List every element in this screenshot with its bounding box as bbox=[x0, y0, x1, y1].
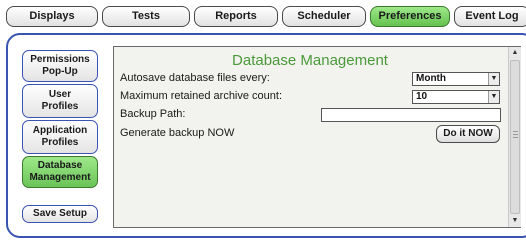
database-management-panel: Database Management Autosave database fi… bbox=[113, 46, 521, 228]
sidebar-item-database-management[interactable]: Database Management bbox=[22, 156, 98, 188]
archive-count-value: 10 bbox=[416, 91, 428, 102]
tab-tests[interactable]: Tests bbox=[102, 6, 190, 27]
autosave-frequency-value: Month bbox=[416, 73, 446, 84]
do-it-now-button[interactable]: Do it NOW bbox=[436, 125, 500, 143]
tab-reports[interactable]: Reports bbox=[194, 6, 278, 27]
autosave-label: Autosave database files every: bbox=[120, 72, 270, 84]
autosave-frequency-select[interactable]: Month ▼ bbox=[412, 72, 500, 86]
tab-event-log[interactable]: Event Log bbox=[454, 6, 526, 27]
sidebar-item-label: Permissions bbox=[30, 54, 90, 65]
sidebar-item-label: User bbox=[48, 89, 72, 100]
sidebar-item-permissions-popup[interactable]: Permissions Pop-Up bbox=[22, 50, 98, 82]
grip-icon bbox=[513, 131, 518, 138]
tab-scheduler[interactable]: Scheduler bbox=[282, 6, 366, 27]
generate-backup-label: Generate backup NOW bbox=[120, 127, 235, 139]
vertical-scrollbar[interactable]: ▲ ▼ bbox=[508, 47, 521, 227]
chevron-down-icon[interactable]: ▼ bbox=[488, 91, 499, 103]
tab-preferences[interactable]: Preferences bbox=[370, 6, 450, 27]
arrow-up-icon[interactable]: ▲ bbox=[509, 47, 521, 59]
backup-path-label: Backup Path: bbox=[120, 108, 186, 120]
backup-path-input[interactable] bbox=[321, 108, 501, 122]
archive-count-label: Maximum retained archive count: bbox=[120, 90, 283, 102]
scrollbar-thumb[interactable] bbox=[510, 60, 520, 214]
panel-title: Database Management bbox=[232, 52, 388, 69]
sidebar-item-label: Application bbox=[32, 125, 88, 136]
chevron-down-icon[interactable]: ▼ bbox=[488, 73, 499, 85]
sidebar-item-application-profiles[interactable]: Application Profiles bbox=[22, 120, 98, 154]
tab-displays[interactable]: Displays bbox=[6, 6, 98, 27]
arrow-down-icon[interactable]: ▼ bbox=[509, 215, 521, 227]
archive-count-select[interactable]: 10 ▼ bbox=[412, 90, 500, 104]
sidebar-item-label: Profiles bbox=[41, 101, 79, 112]
save-setup-button[interactable]: Save Setup bbox=[22, 205, 98, 223]
sidebar-item-label: Profiles bbox=[41, 137, 79, 148]
sidebar-item-user-profiles[interactable]: User Profiles bbox=[22, 84, 98, 118]
sidebar-item-label: Pop-Up bbox=[42, 66, 78, 77]
sidebar-item-label: Database bbox=[37, 160, 83, 171]
sidebar-item-label: Management bbox=[29, 172, 91, 183]
